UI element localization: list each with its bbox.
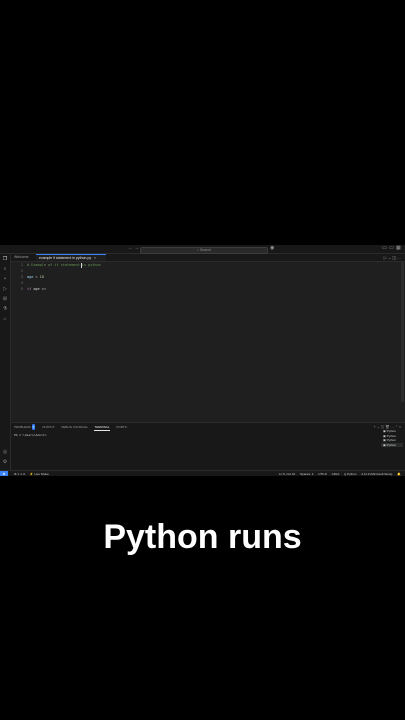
encoding-status[interactable]: UTF-8 (318, 472, 327, 476)
status-left: ⊗ 1 ⚠ 0 ⚡ Live Share (10, 471, 49, 476)
line-number: 5 (20, 287, 23, 291)
status-bar: ⇄ ⊗ 1 ⚠ 0 ⚡ Live Share Ln 5, Col 10 Spac… (0, 470, 405, 476)
terminal-instance[interactable]: ▣ Python (381, 442, 403, 447)
status-right: Ln 5, Col 10 Spaces: 4 UTF-8 CRLF {} Pyt… (275, 471, 401, 476)
testing-icon[interactable]: ⚗ (2, 306, 8, 312)
bottom-panel: PROBLEMS 1 OUTPUT DEBUG CONSOLE TERMINAL … (11, 422, 405, 471)
code-text: age >= (31, 287, 46, 291)
manage-gear-icon[interactable]: ⚙ (2, 459, 8, 465)
editor-tab-bar: Welcome example if statement in python.p… (11, 254, 405, 262)
more-actions-icon[interactable]: … (397, 255, 402, 260)
run-debug-icon[interactable]: ▷ (2, 286, 8, 292)
tab-debug-console[interactable]: DEBUG CONSOLE (61, 424, 87, 430)
bell-icon[interactable]: 🔔 (397, 472, 401, 476)
terminal-list: ▣ Python ▣ Python ▣ Python ▣ Python (381, 429, 403, 447)
tab-terminal[interactable]: TERMINAL (94, 424, 110, 431)
vscode-window: ← → ⌕ Search ◉ ▭ ▭ ▦ ❐ ⌕ ⑂ ▷ ⊞ ⚗ ⌂ ◎ ⚙ W… (0, 245, 405, 476)
activity-bar: ❐ ⌕ ⑂ ▷ ⊞ ⚗ ⌂ ◎ ⚙ (0, 254, 11, 470)
source-control-icon[interactable]: ⑂ (2, 276, 8, 282)
account-icon[interactable]: ◎ (2, 449, 8, 455)
command-search-box[interactable]: ⌕ Search (140, 246, 268, 254)
title-bar: ← → ⌕ Search ◉ ▭ ▭ ▦ (0, 245, 405, 254)
python-interpreter-status[interactable]: 3.11.9 (Microsoft Store) (361, 472, 392, 476)
problems-count-badge: 1 (31, 424, 36, 430)
live-share-status[interactable]: ⚡ Live Share (30, 472, 49, 476)
toggle-panel-icon[interactable]: ▭ (389, 246, 395, 251)
search-icon[interactable]: ⌕ (2, 266, 8, 272)
line-ending-status[interactable]: CRLF (332, 472, 340, 476)
tab-label: PROBLEMS (14, 425, 31, 429)
terminal-prompt: PS C:\Users\Ankit> (14, 433, 47, 437)
panel-tabs: PROBLEMS 1 OUTPUT DEBUG CONSOLE TERMINAL … (14, 424, 133, 431)
copilot-icon[interactable]: ◉ (270, 246, 276, 251)
code-line: 5 if age >= (11, 286, 391, 292)
tab-example-py[interactable]: example if statement in python.py × (36, 254, 106, 261)
editor-actions: ▷⌄◫… (384, 254, 402, 261)
terminal-output[interactable]: PS C:\Users\Ankit> (14, 433, 47, 437)
problems-status[interactable]: ⊗ 1 ⚠ 0 (14, 472, 25, 476)
explorer-icon[interactable]: ❐ (2, 256, 8, 262)
close-icon[interactable]: × (94, 256, 96, 260)
code-number: 18 (39, 275, 44, 279)
tab-ports[interactable]: PORTS (116, 424, 126, 430)
remote-indicator-button[interactable]: ⇄ (0, 471, 8, 476)
tab-output[interactable]: OUTPUT (42, 424, 54, 430)
video-caption: Python runs (103, 518, 302, 556)
tab-problems[interactable]: PROBLEMS 1 (14, 424, 36, 430)
remote-explorer-icon[interactable]: ⌂ (2, 316, 8, 322)
terminal-label: Python (386, 433, 397, 438)
extensions-icon[interactable]: ⊞ (2, 296, 8, 302)
indentation-status[interactable]: Spaces: 4 (300, 472, 313, 476)
code-editor[interactable]: 1 # Example of if statement in python 2 3… (11, 262, 395, 422)
customize-layout-icon[interactable]: ▦ (396, 246, 402, 251)
tab-label: Welcome (14, 255, 29, 259)
language-mode-status[interactable]: {} Python (344, 472, 356, 476)
tab-welcome[interactable]: Welcome (11, 254, 35, 261)
toggle-sidebar-icon[interactable]: ▭ (382, 246, 388, 251)
search-placeholder: Search (199, 247, 212, 252)
terminal-label: Python (386, 442, 397, 447)
cursor-position-status[interactable]: Ln 5, Col 10 (279, 472, 295, 476)
terminal-label: Python (386, 438, 397, 442)
tab-label: example if statement in python.py (39, 256, 92, 260)
editor-scrollbar[interactable] (401, 262, 404, 402)
code-comment: # Example of if statement in python (27, 263, 101, 267)
terminal-label: Python (386, 429, 397, 433)
